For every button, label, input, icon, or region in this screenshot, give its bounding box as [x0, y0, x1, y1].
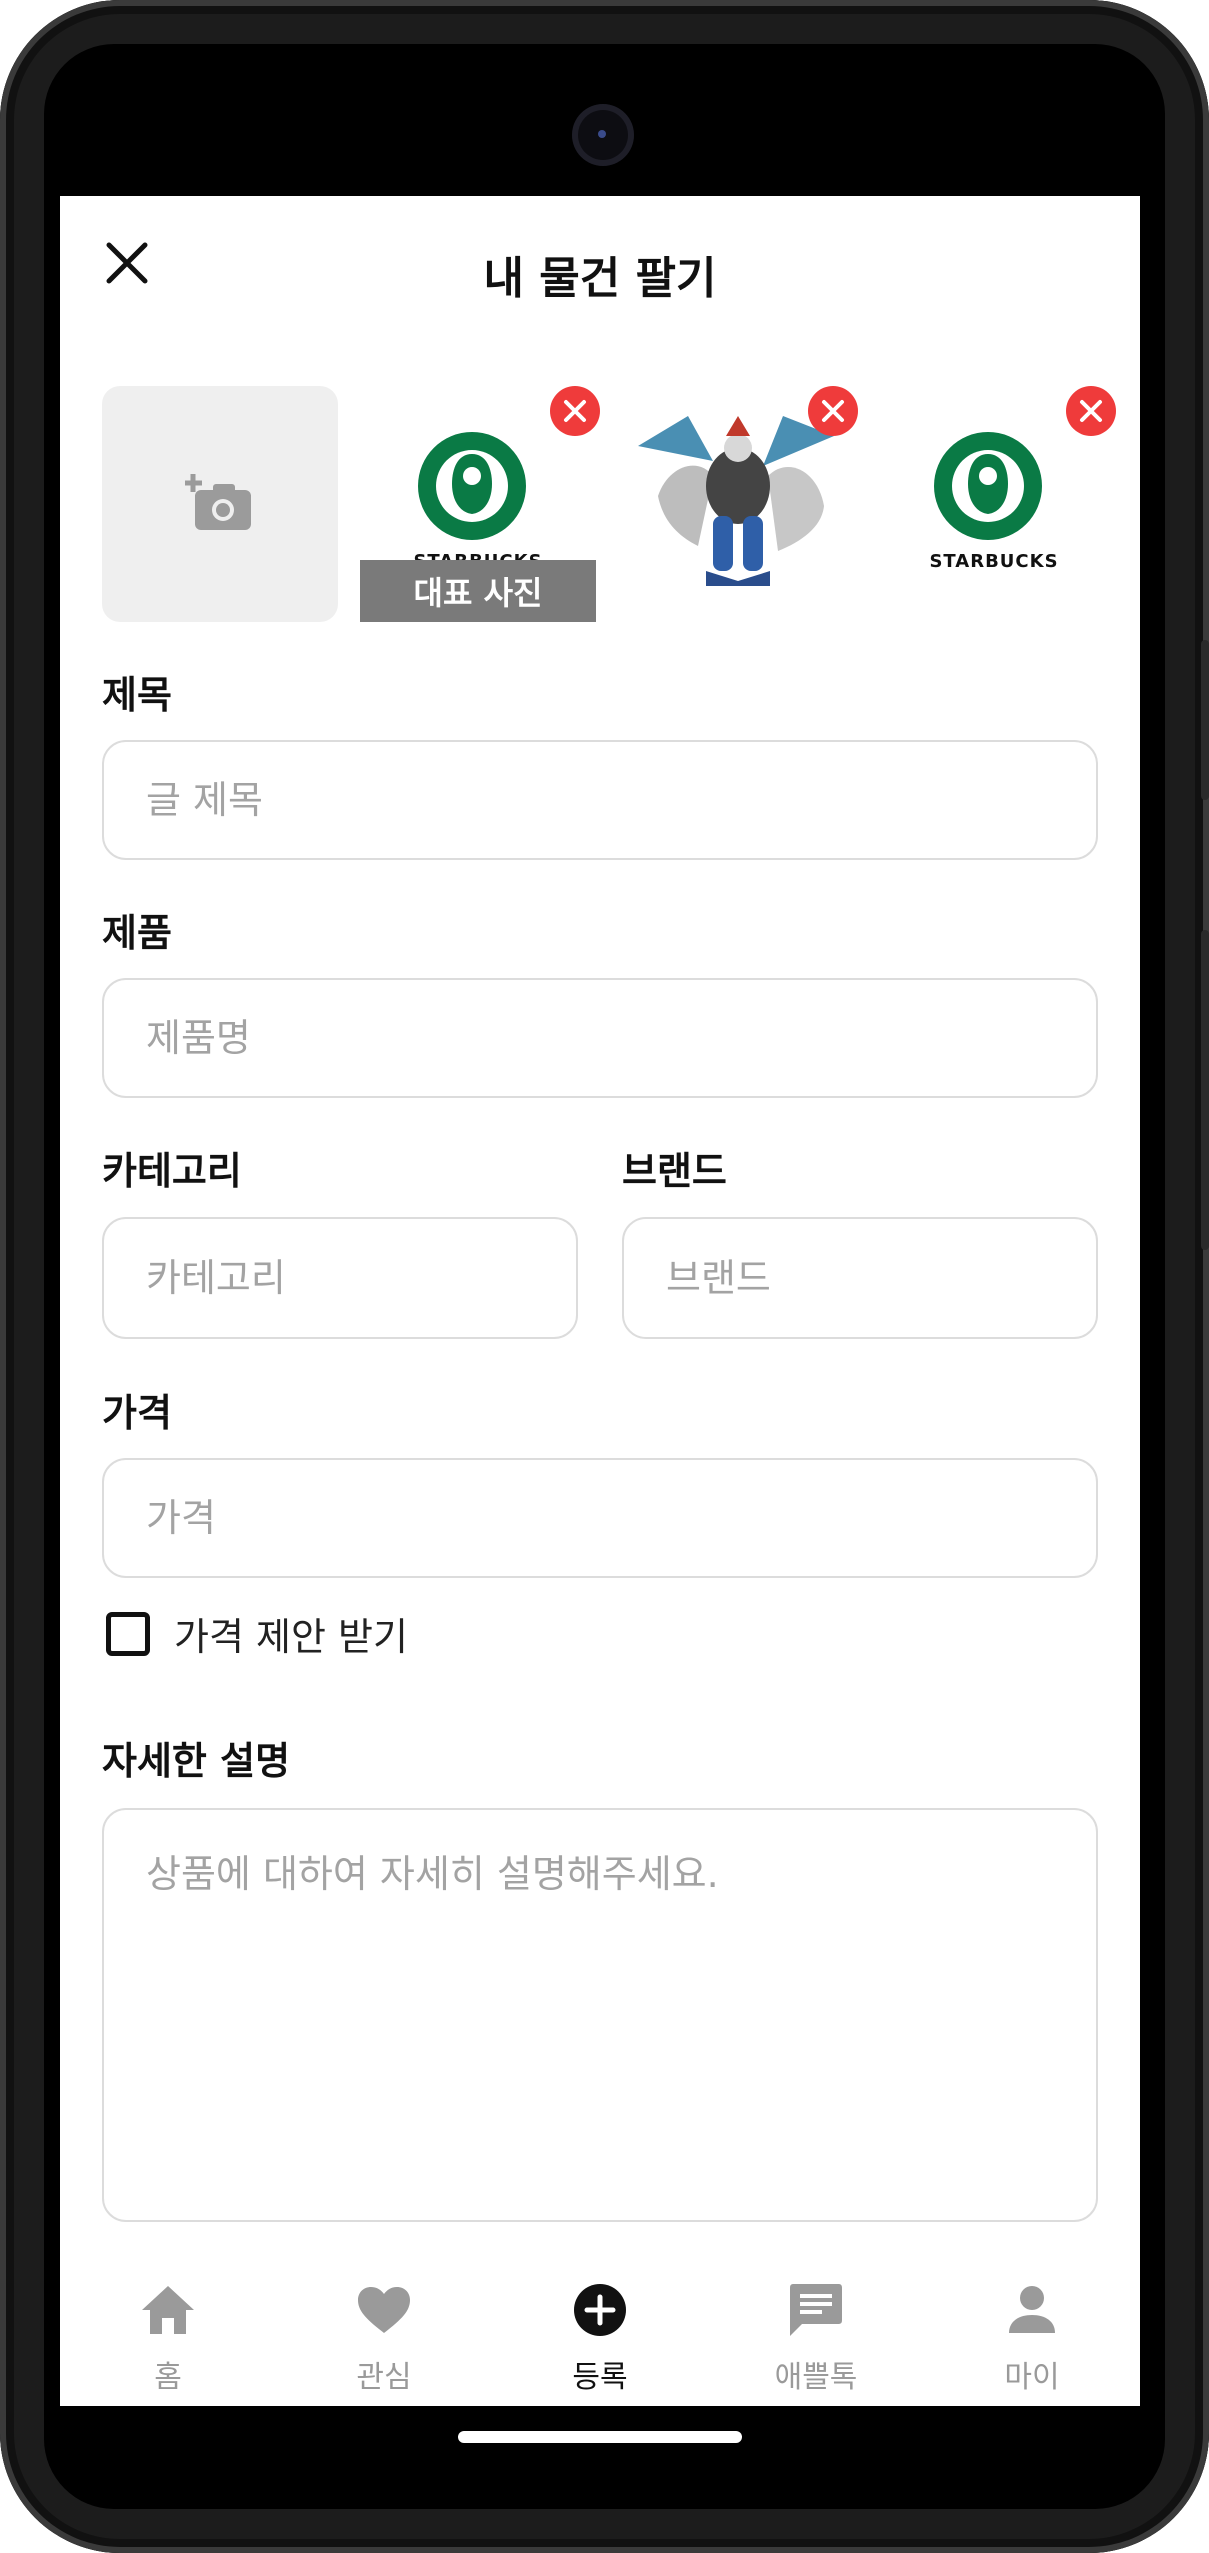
- title-label: 제목: [102, 673, 172, 717]
- photo-thumb-1[interactable]: STARBUCKS 대표 사진: [360, 386, 600, 622]
- home-indicator: [458, 2431, 742, 2443]
- photo-row: STARBUCKS 대표 사진: [102, 386, 1140, 626]
- starbucks-caption: STARBUCKS: [929, 551, 1059, 572]
- add-photo-icon: [185, 474, 251, 530]
- close-icon: [1080, 400, 1102, 422]
- price-offer-label: 가격 제안 받기: [174, 1615, 408, 1659]
- price-offer-option[interactable]: 가격 제안 받기: [106, 1606, 408, 1661]
- brand-label: 브랜드: [622, 1149, 727, 1193]
- description-label: 자세한 설명: [102, 1739, 291, 1783]
- product-input[interactable]: [102, 978, 1098, 1098]
- nav-item-my[interactable]: 마이: [924, 2256, 1140, 2406]
- category-label: 카테고리: [102, 1149, 242, 1193]
- home-icon: [142, 2286, 194, 2334]
- price-input[interactable]: [102, 1458, 1098, 1578]
- nav-label: 관심: [356, 2360, 412, 2395]
- representative-photo-label: 대표 사진: [360, 560, 596, 622]
- photo-thumb-3[interactable]: STARBUCKS: [876, 386, 1116, 622]
- nav-item-favorites[interactable]: 관심: [276, 2256, 492, 2406]
- description-textarea[interactable]: [102, 1808, 1098, 2222]
- nav-label: 등록: [572, 2360, 628, 2395]
- category-input[interactable]: [102, 1217, 578, 1339]
- page-title: 내 물건 팔기: [483, 253, 717, 304]
- close-icon: [564, 400, 586, 422]
- brand-input[interactable]: [622, 1217, 1098, 1339]
- top-bar: 내 물건 팔기: [60, 196, 1140, 346]
- power-button: [1201, 930, 1209, 1250]
- plus-circle-icon: [574, 2284, 626, 2336]
- nav-item-home[interactable]: 홈: [60, 2256, 276, 2406]
- add-photo-button[interactable]: [102, 386, 338, 622]
- title-input[interactable]: [102, 740, 1098, 860]
- nav-label: 애쁠톡: [774, 2360, 858, 2395]
- heart-icon: [358, 2287, 410, 2333]
- nav-item-register[interactable]: 등록: [492, 2256, 708, 2406]
- remove-photo-button[interactable]: [808, 386, 858, 436]
- product-label: 제품: [102, 911, 172, 955]
- nav-item-chat[interactable]: 애쁠톡: [708, 2256, 924, 2406]
- nav-label: 마이: [1004, 2360, 1060, 2395]
- remove-photo-button[interactable]: [550, 386, 600, 436]
- chat-icon: [790, 2284, 842, 2336]
- close-icon: [822, 400, 844, 422]
- photo-thumb-2[interactable]: [618, 386, 858, 622]
- remove-photo-button[interactable]: [1066, 386, 1116, 436]
- person-icon: [1009, 2286, 1055, 2333]
- front-camera: [572, 104, 634, 166]
- nav-label: 홈: [154, 2360, 182, 2395]
- phone-frame: 내 물건 팔기 대표 사진 STARBUCKS 제목 글 제목 제품 제품명 카…: [0, 0, 1209, 2553]
- bottom-navigation: 홈 관심 등록 애쁠톡 마이: [60, 2256, 1140, 2406]
- volume-button: [1201, 640, 1209, 800]
- app-screen: 내 물건 팔기 대표 사진 STARBUCKS 제목 글 제목 제품 제품명 카…: [60, 196, 1140, 2406]
- price-label: 가격: [102, 1391, 172, 1435]
- price-offer-checkbox[interactable]: [106, 1611, 150, 1656]
